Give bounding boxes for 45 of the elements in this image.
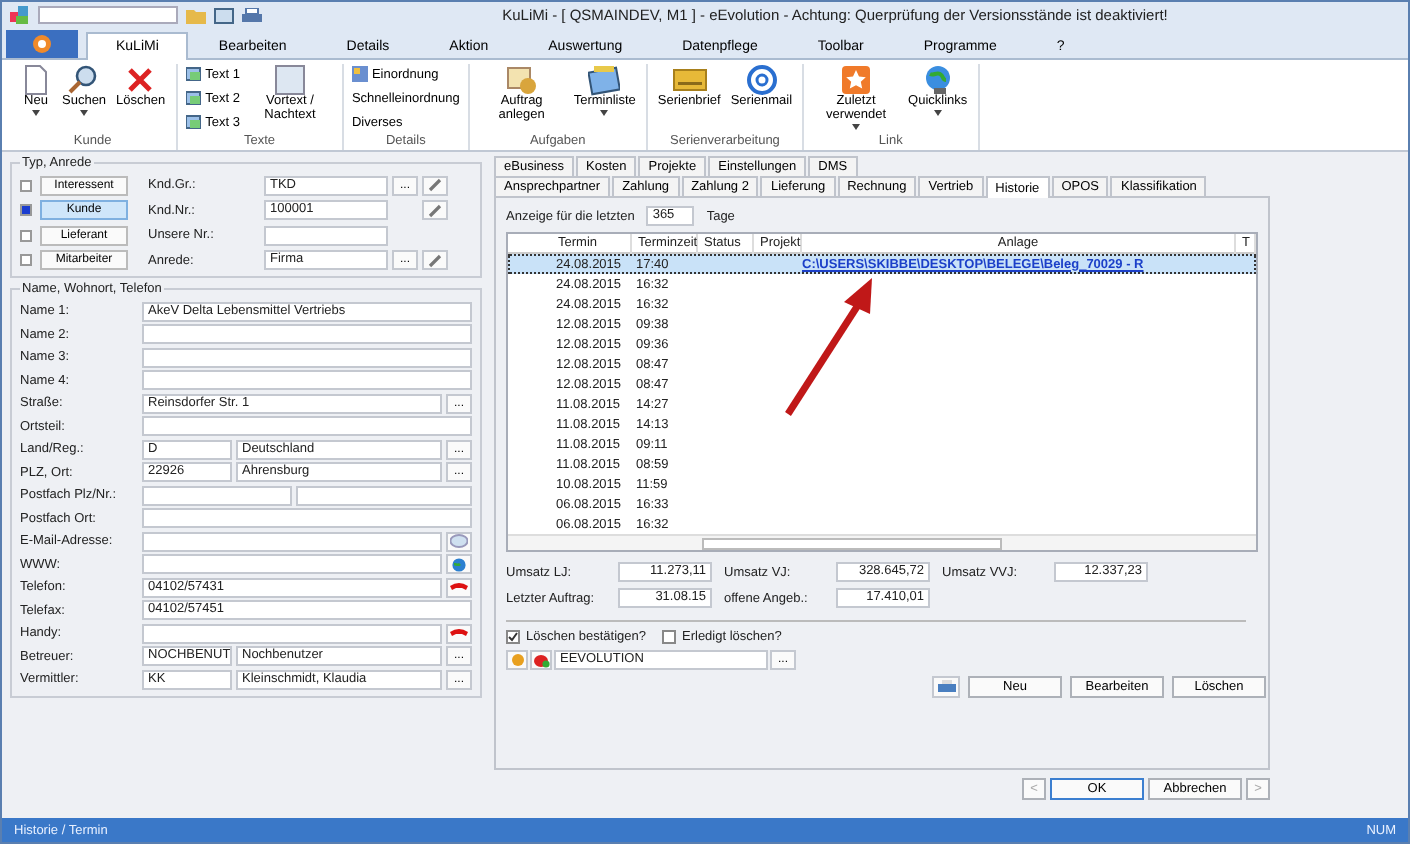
input-field[interactable] [142,324,472,345]
checkbox[interactable] [20,179,32,192]
edit-button[interactable] [422,200,448,221]
printer-icon[interactable] [242,7,262,23]
close-icon [124,64,157,96]
app-icon [10,6,30,24]
bug-button[interactable] [530,650,552,670]
edit-button[interactable] [422,175,448,196]
folder-icon[interactable] [186,7,206,23]
application-menu-button[interactable] [6,30,78,58]
phone-icon [450,581,468,594]
input-field[interactable] [142,554,442,575]
sun-icon [509,652,525,668]
input-field[interactable] [142,508,472,529]
action-button[interactable] [446,554,472,575]
input-field[interactable] [142,531,442,552]
print-button[interactable] [932,676,960,698]
input-field[interactable] [142,370,472,391]
checkbox[interactable] [506,630,520,644]
phone-icon [450,627,468,640]
input-field[interactable] [142,485,292,506]
search-icon [68,64,101,96]
globe-icon [921,64,954,96]
edit-button[interactable] [422,250,448,271]
logo-icon [32,34,52,54]
window-icon[interactable] [214,7,234,23]
bug-icon [533,653,549,667]
input-field[interactable] [142,416,472,437]
input-field[interactable] [142,623,442,644]
checkbox[interactable] [20,229,32,242]
action-button[interactable] [446,623,472,644]
action-button[interactable] [446,577,472,598]
check-icon [508,632,518,642]
pencil-icon [427,253,443,268]
input-field[interactable] [142,347,472,368]
input-field[interactable] [264,225,388,246]
globe-icon [452,557,466,572]
action-button[interactable] [446,531,472,552]
horizontal-scrollbar[interactable] [508,534,1256,550]
checkbox[interactable] [20,254,32,267]
checkbox[interactable] [20,204,32,217]
checkbox[interactable] [662,630,676,644]
printer-icon [937,680,955,694]
quick-access-combo[interactable] [38,6,178,24]
input-field[interactable] [296,485,472,506]
